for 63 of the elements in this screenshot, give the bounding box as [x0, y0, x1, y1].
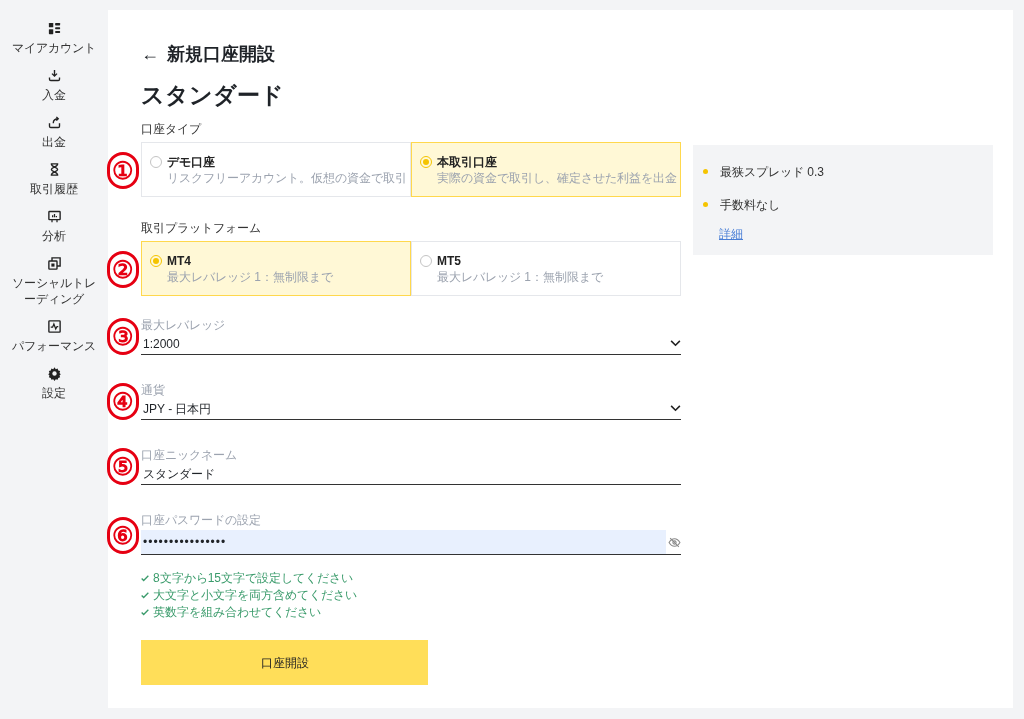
sidebar-label: 分析 — [41, 228, 67, 244]
option-description: 最大レバレッジ 1：無制限まで — [167, 269, 333, 285]
dropdown-field[interactable]: 1:2000 — [141, 333, 681, 355]
sidebar-item[interactable]: 設定 — [6, 362, 102, 409]
sidebar-item[interactable]: 出金 — [6, 111, 102, 158]
field-label: 口座ニックネーム — [141, 448, 238, 463]
back-button[interactable]: ← — [141, 42, 159, 66]
copy-icon — [46, 256, 62, 271]
sidebar-label: 設定 — [41, 385, 67, 401]
sidebar-item[interactable]: ソーシャルトレーディング — [6, 252, 102, 315]
sidebar-label: 出金 — [41, 134, 67, 150]
annotation-number: ④ — [107, 383, 139, 420]
field-label: 口座タイプ — [141, 122, 203, 137]
password-rule: 8文字から15文字で設定してください — [153, 571, 354, 586]
sidebar-label: 入金 — [41, 87, 67, 103]
sidebar-item[interactable]: パフォーマンス — [6, 315, 102, 362]
sidebar-label: ソーシャルトレーディング — [11, 275, 97, 307]
option-card[interactable]: 本取引口座 実際の資金で取引し、確定させた利益を出金 — [411, 142, 681, 197]
annotation-number: ⑤ — [107, 448, 139, 485]
sidebar-item[interactable]: マイアカウント — [6, 17, 102, 64]
field-label: 口座パスワードの設定 — [141, 513, 262, 528]
info-text: 最狭スプレッド 0.3 — [720, 163, 824, 181]
details-link[interactable]: 詳細 — [719, 225, 743, 243]
option-title: 本取引口座 — [437, 154, 498, 170]
open-account-button[interactable]: 口座開設 — [141, 640, 428, 685]
settings-icon — [46, 366, 62, 381]
dashboard-icon — [46, 21, 62, 36]
chevron-down-icon — [670, 405, 681, 412]
sidebar-item[interactable]: 取引履歴 — [6, 158, 102, 205]
sidebar-label: マイアカウント — [11, 40, 97, 56]
password-rule: 英数字を組み合わせてください — [153, 605, 321, 620]
download-icon — [46, 68, 62, 83]
field-label: 取引プラットフォーム — [141, 221, 262, 236]
option-title: MT4 — [167, 253, 192, 269]
field-label: 最大レバレッジ — [141, 318, 226, 333]
annotation-number: ① — [107, 152, 139, 189]
page-title: 新規口座開設 — [167, 43, 275, 66]
sidebar-item[interactable]: 入金 — [6, 64, 102, 111]
sidebar-item[interactable]: 分析 — [6, 205, 102, 252]
dropdown-field[interactable]: JPY - 日本円 — [141, 398, 681, 420]
option-title: デモ口座 — [167, 154, 216, 170]
option-card[interactable]: MT5 最大レバレッジ 1：無制限まで — [411, 241, 681, 296]
option-card[interactable]: MT4 最大レバレッジ 1：無制限まで — [141, 241, 411, 296]
sidebar-label: パフォーマンス — [11, 338, 97, 354]
option-description: リスクフリーアカウント。仮想の資金で取引 — [167, 170, 407, 186]
pulse-chart-icon — [46, 319, 62, 334]
info-text: 手数料なし — [720, 196, 780, 214]
chart-icon — [46, 209, 62, 224]
sidebar-label: 取引履歴 — [29, 181, 79, 197]
upload-icon — [46, 115, 62, 130]
account-type-heading: スタンダード — [141, 81, 285, 110]
eye-slash-icon[interactable] — [668, 535, 681, 549]
input-field[interactable]: スタンダード — [141, 463, 681, 485]
option-title: MT5 — [437, 253, 462, 269]
annotation-number: ② — [107, 251, 139, 288]
option-description: 最大レバレッジ 1：無制限まで — [437, 269, 603, 285]
option-description: 実際の資金で取引し、確定させた利益を出金 — [437, 170, 677, 186]
annotation-number: ③ — [107, 318, 139, 355]
option-card[interactable]: デモ口座 リスクフリーアカウント。仮想の資金で取引 — [141, 142, 411, 197]
annotation-number: ⑥ — [107, 517, 139, 554]
field-label: 通貨 — [141, 383, 166, 398]
password-rule: 大文字と小文字を両方含めてください — [153, 588, 357, 603]
chevron-down-icon — [670, 340, 681, 347]
